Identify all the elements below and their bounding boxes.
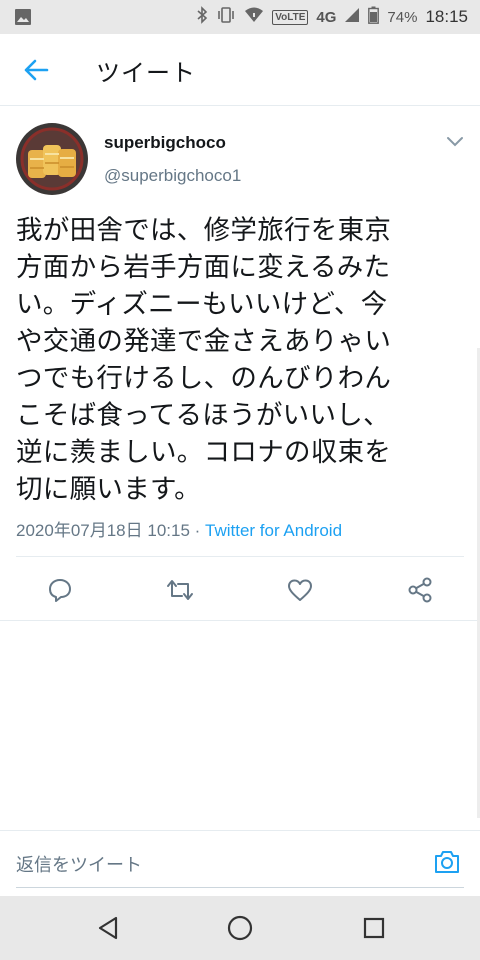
back-arrow-icon <box>24 59 49 81</box>
tweet-text-line: 切に願います。 <box>16 474 201 505</box>
more-options-button[interactable] <box>444 134 466 150</box>
camera-icon <box>435 851 459 873</box>
retweet-icon <box>167 580 193 600</box>
divider <box>0 620 480 621</box>
back-button[interactable] <box>18 52 54 88</box>
tweet-text-line: 逆に羨ましい。コロナの収束を <box>16 437 392 468</box>
tweet-source-link[interactable]: Twitter for Android <box>205 521 342 540</box>
triangle-back-icon <box>98 916 118 940</box>
reply-button[interactable] <box>44 574 76 606</box>
tweet-actions <box>0 568 480 612</box>
app-header: ツイート <box>0 34 480 106</box>
volte-badge: VoLTE <box>272 9 309 25</box>
signal-icon <box>344 7 360 27</box>
network-type: 4G <box>316 8 337 26</box>
reply-input[interactable]: 返信をツイート <box>16 851 142 877</box>
page-title: ツイート <box>96 59 196 87</box>
battery-icon <box>368 6 380 28</box>
share-button[interactable] <box>404 574 436 606</box>
user-handle[interactable]: @superbigchoco1 <box>104 166 241 186</box>
share-icon <box>408 577 432 603</box>
like-button[interactable] <box>284 574 316 606</box>
tweet-timestamp: 2020年07月18日 10:15 <box>16 521 190 540</box>
tweet-text-line: つでも行けるし、のんびりわん <box>16 363 392 394</box>
nav-back-button[interactable] <box>92 912 124 944</box>
reply-input-underline <box>16 887 464 888</box>
heart-icon <box>288 579 312 601</box>
tweet-text-line: や交通の発達で金さえありゃい <box>16 326 392 357</box>
divider <box>16 556 464 557</box>
avatar[interactable] <box>16 123 88 195</box>
bluetooth-icon <box>196 6 208 28</box>
tweet-text-line: 方面から岩手方面に変えるみた <box>16 252 391 283</box>
meta-separator: · <box>189 521 206 540</box>
system-nav-bar <box>0 896 480 960</box>
tweet-meta: 2020年07月18日 10:15 · Twitter for Android <box>16 516 342 541</box>
square-recents-icon <box>363 917 385 939</box>
tweet-text-line: 我が田舎では、修学旅行を東京 <box>16 215 392 246</box>
tweet-text-line: い。ディズニーもいいけど、今 <box>16 289 388 320</box>
battery-percent: 74% <box>387 8 418 26</box>
tweet-text: 我が田舎では、修学旅行を東京 方面から岩手方面に変えるみた い。ディズニーもいい… <box>16 212 468 508</box>
display-name[interactable]: superbigchoco <box>104 133 226 153</box>
camera-button[interactable] <box>432 847 462 877</box>
clock: 18:15 <box>425 7 468 26</box>
nav-home-button[interactable] <box>224 912 256 944</box>
retweet-button[interactable] <box>164 574 196 606</box>
status-bar: VoLTE 4G 74% 18:15 <box>0 0 480 34</box>
vibrate-icon <box>216 6 236 28</box>
chevron-down-icon <box>447 137 463 147</box>
tweet-text-line: こそば食ってるほうがいいし、 <box>16 400 390 431</box>
reply-composer: 返信をツイート <box>0 830 480 896</box>
reply-icon <box>49 579 71 602</box>
image-notification-icon <box>14 8 32 30</box>
wifi-icon <box>244 6 264 28</box>
nav-recents-button[interactable] <box>358 912 390 944</box>
circle-home-icon <box>227 915 253 941</box>
